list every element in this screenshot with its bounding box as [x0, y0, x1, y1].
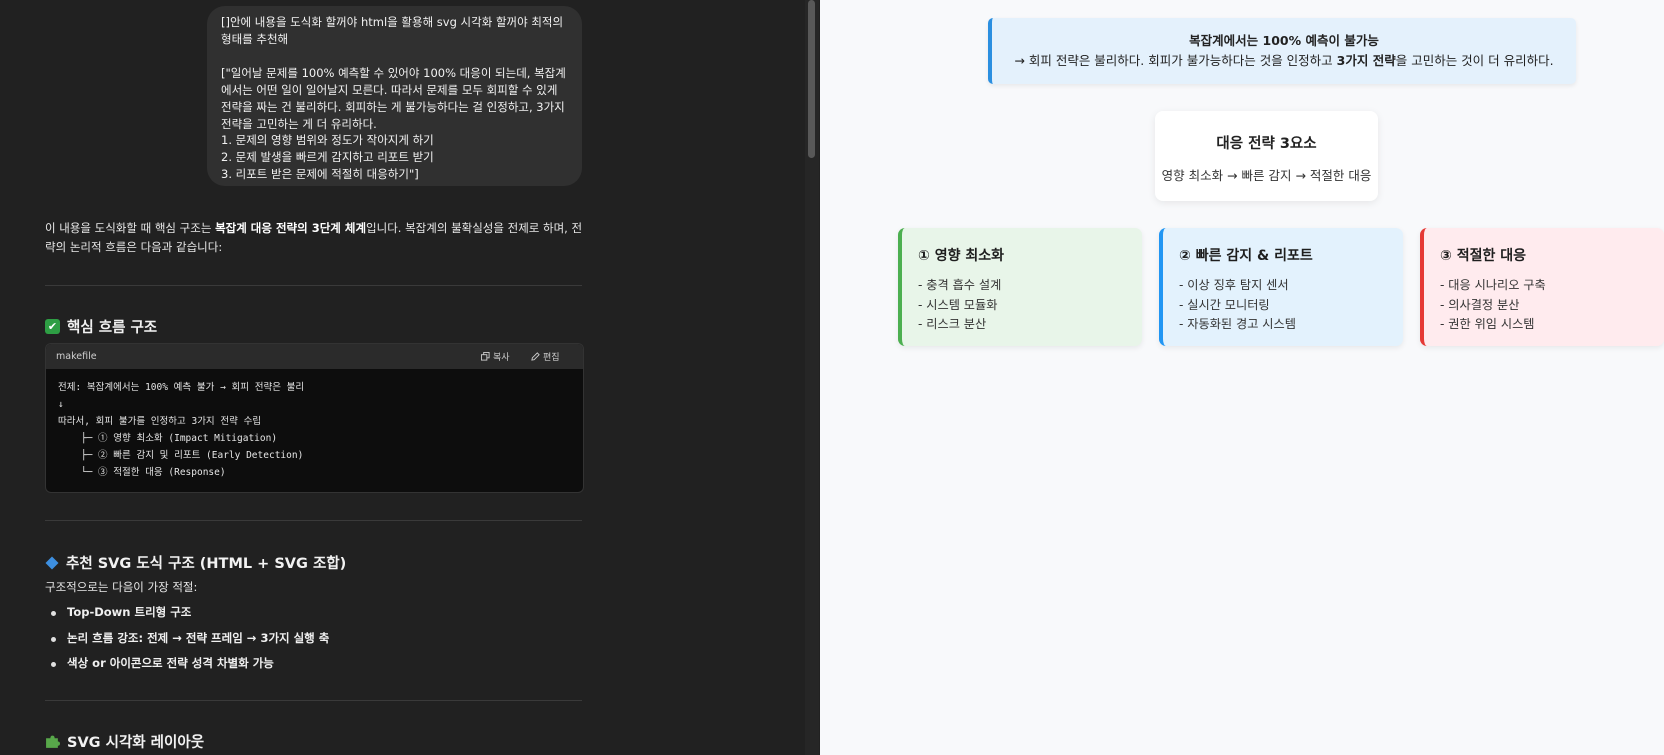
section-subtext: 구조적으로는 다음이 가장 적절: [45, 580, 198, 594]
card-item: - 이상 징후 탐지 센서 [1179, 278, 1289, 292]
divider [45, 520, 582, 521]
card-title: ① 영향 최소화 [918, 248, 1005, 264]
card-item: - 충격 흡수 설계 [918, 278, 1002, 292]
list-item: 색상 or 아이콘으로 전략 성격 차별화 가능 [45, 651, 329, 677]
divider [45, 285, 582, 286]
section-title: 핵심 흐름 구조 [67, 320, 158, 336]
core-subtitle: 영향 최소화 → 빠른 감지 → 적절한 대응 [1161, 168, 1372, 183]
card-item: - 실시간 모니터링 [1179, 297, 1270, 312]
card-item: - 리스크 분산 [918, 317, 987, 331]
section-title: SVG 시각화 레이아웃 [67, 735, 205, 751]
blue-diamond-icon [45, 556, 59, 569]
edit-icon [531, 352, 540, 361]
copy-label: 복사 [493, 353, 510, 363]
intro-bold: 복잡계 대응 전략의 3단계 체계 [215, 221, 367, 235]
card-title: ② 빠른 감지 & 리포트 [1179, 248, 1313, 264]
strategy-card-impact: ① 영향 최소화 - 충격 흡수 설계 - 시스템 모듈화 - 리스크 분산 [898, 228, 1142, 346]
card-item: - 권한 위임 시스템 [1440, 317, 1535, 331]
premise-box: 복잡계에서는 100% 예측이 불가능 → 회피 전략은 불리하다. 회피가 불… [988, 18, 1576, 84]
edit-button[interactable]: 편집 [531, 350, 560, 363]
list-item: Top-Down 트리형 구조 [45, 600, 329, 626]
core-title: 대응 전략 3요소 [1216, 136, 1317, 152]
premise-bold: 3가지 전략 [1336, 53, 1396, 68]
section-heading-layout: SVG 시각화 레이아웃 [45, 731, 204, 752]
puzzle-icon [46, 735, 60, 748]
card-item: - 대응 시나리오 구축 [1440, 278, 1546, 292]
chat-scrollbar-thumb[interactable] [808, 0, 815, 158]
copy-icon [481, 352, 490, 361]
chat-pane: []안에 내용을 도식화 할꺼야 html을 활용해 svg 시각화 할꺼야 최… [0, 0, 820, 755]
assistant-intro: 이 내용을 도식화할 때 핵심 구조는 복잡계 대응 전략의 3단계 체계입니다… [45, 219, 585, 257]
intro-text: 이 내용을 도식화할 때 핵심 구조는 [45, 221, 216, 235]
strategy-card-detection: ② 빠른 감지 & 리포트 - 이상 징후 탐지 센서 - 실시간 모니터링 -… [1159, 228, 1403, 346]
section-heading-svg: 추천 SVG 도식 구조 (HTML + SVG 조합) [45, 552, 346, 573]
section-title: 추천 SVG 도식 구조 (HTML + SVG 조합) [66, 556, 347, 572]
list-item: 논리 흐름 강조: 전제 → 전략 프레임 → 3가지 실행 축 [45, 626, 329, 652]
user-message-line: []안에 내용을 도식화 할꺼야 html을 활용해 svg 시각화 할꺼야 최… [221, 15, 567, 46]
user-message-line: 3. 리포트 받은 문제에 적절히 대응하기"] [221, 167, 419, 182]
user-message-line: ["일어날 문제를 100% 예측할 수 있어야 100% 대응이 되는데, 복… [221, 65, 569, 131]
code-line: └─ ③ 적절한 대응 (Response) [58, 467, 226, 478]
premise-title: 복잡계에서는 100% 예측이 불가능 [1189, 33, 1379, 48]
section-heading-flow: ✔ 핵심 흐름 구조 [45, 316, 157, 337]
strategy-card-response: ③ 적절한 대응 - 대응 시나리오 구축 - 의사결정 분산 - 권한 위임 … [1420, 228, 1664, 346]
code-content: 전제: 복잡계에서는 100% 예측 불가 → 회피 전략은 불리 ↓ 따라서,… [46, 369, 583, 491]
card-item: - 의사결정 분산 [1440, 297, 1520, 312]
divider [45, 700, 582, 701]
premise-text-end: 을 고민하는 것이 더 유리하다. [1395, 53, 1554, 68]
card-item: - 자동화된 경고 시스템 [1179, 317, 1296, 331]
card-title: ③ 적절한 대응 [1440, 248, 1527, 264]
edit-label: 편집 [543, 353, 560, 363]
user-message-line: 1. 문제의 영향 범위와 정도가 작아지게 하기 [221, 133, 434, 148]
code-line: 따라서, 회피 불가를 인정하고 3가지 전략 수립 [58, 416, 262, 427]
code-language: makefile [56, 351, 97, 362]
user-message-line: 2. 문제 발생을 빠르게 감지하고 리포트 받기 [221, 150, 434, 165]
user-message-bubble: []안에 내용을 도식화 할꺼야 html을 활용해 svg 시각화 할꺼야 최… [207, 6, 582, 186]
copy-button[interactable]: 복사 [481, 350, 510, 363]
preview-pane: 복잡계에서는 100% 예측이 불가능 → 회피 전략은 불리하다. 회피가 불… [820, 0, 1664, 755]
premise-text: → 회피 전략은 불리하다. 회피가 불가능하다는 것을 인정하고 3가지 전략… [992, 51, 1576, 71]
core-strategy-box: 대응 전략 3요소 영향 최소화 → 빠른 감지 → 적절한 대응 [1155, 111, 1378, 201]
code-line: ↓ [58, 399, 64, 410]
code-line: ├─ ② 빠른 감지 및 리포트 (Early Detection) [58, 450, 304, 461]
code-block-header: makefile 복사 편집 [46, 344, 583, 369]
check-icon: ✔ [45, 319, 60, 334]
bullet-list: Top-Down 트리형 구조 논리 흐름 강조: 전제 → 전략 프레임 → … [45, 600, 329, 677]
code-line: 전제: 복잡계에서는 100% 예측 불가 → 회피 전략은 불리 [58, 382, 305, 393]
premise-text-start: → 회피 전략은 불리하다. 회피가 불가능하다는 것을 인정하고 [1014, 53, 1337, 68]
card-item: - 시스템 모듈화 [918, 297, 998, 312]
code-block: makefile 복사 편집 전제: 복잡계에서는 100% 예측 불가 → 회… [45, 343, 584, 493]
code-line: ├─ ① 영향 최소화 (Impact Mitigation) [58, 433, 278, 444]
